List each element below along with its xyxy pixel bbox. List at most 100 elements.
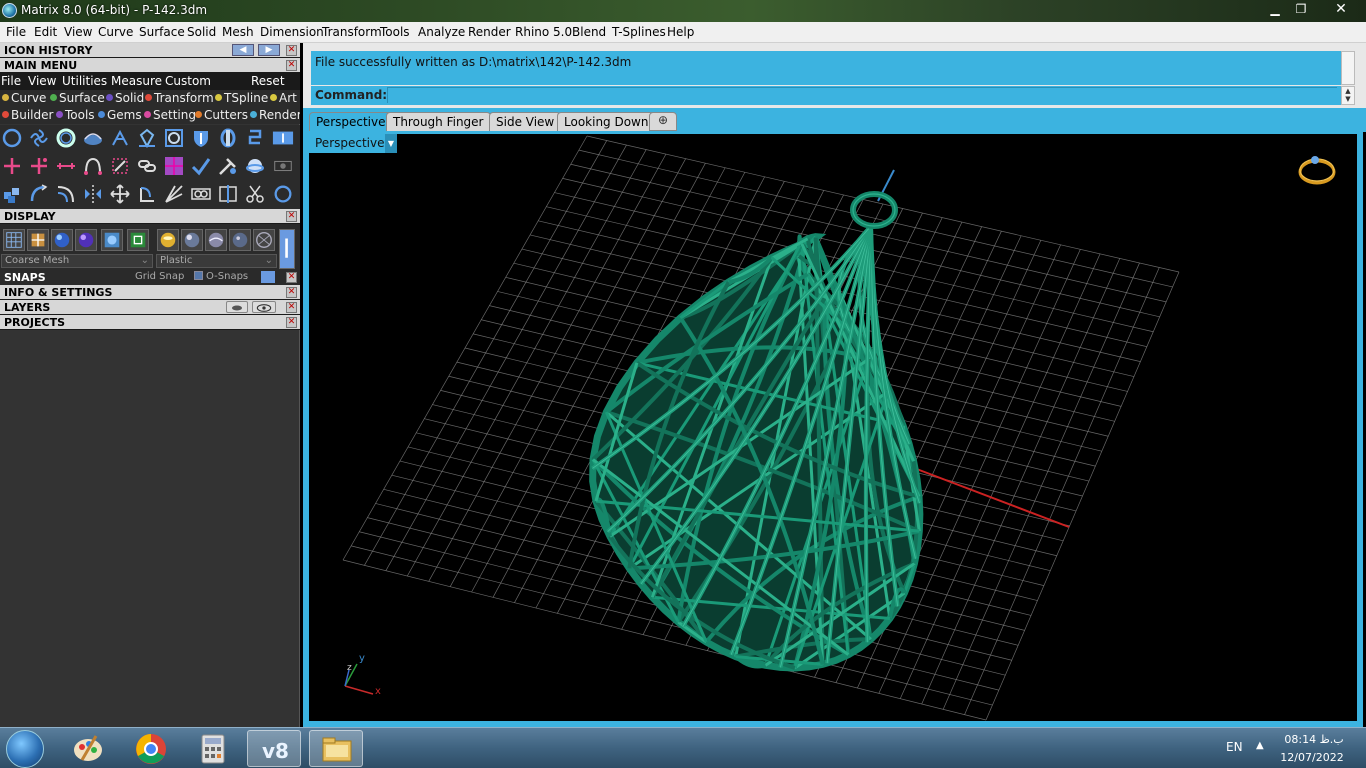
surface-icon[interactable]: [82, 127, 104, 149]
close-icon[interactable]: ✕: [286, 211, 297, 222]
mm-reset[interactable]: Reset: [251, 74, 285, 88]
trim-icon[interactable]: [109, 155, 131, 177]
layers-header[interactable]: LAYERS ✕: [0, 300, 300, 315]
menu-help[interactable]: Help: [667, 25, 694, 39]
menu-analyze[interactable]: Analyze: [418, 25, 465, 39]
clock-date[interactable]: 12/07/2022: [1280, 751, 1344, 764]
tab-side-view[interactable]: Side View: [489, 112, 562, 131]
menu-rhino[interactable]: Rhino 5.0: [515, 25, 572, 39]
menu-dimension[interactable]: Dimension: [260, 25, 324, 39]
menu-solid[interactable]: Solid: [187, 25, 216, 39]
tools-icon[interactable]: [217, 155, 239, 177]
menu-file[interactable]: File: [6, 25, 26, 39]
mm-custom[interactable]: Custom: [165, 74, 211, 88]
restore-button[interactable]: ❐: [1288, 0, 1314, 18]
file-explorer-icon[interactable]: [309, 730, 363, 767]
artistic-icon[interactable]: [127, 229, 149, 251]
mm-file[interactable]: File: [1, 74, 21, 88]
minimize-button[interactable]: ▁: [1262, 0, 1288, 18]
3d-viewport[interactable]: x y z Perspective ▼: [309, 134, 1357, 721]
calculator-app-icon[interactable]: [186, 730, 240, 767]
arc-icon[interactable]: [82, 155, 104, 177]
close-icon[interactable]: ✕: [286, 317, 297, 328]
paint-app-icon[interactable]: [62, 730, 116, 767]
shaded-icon[interactable]: [27, 229, 49, 251]
language-indicator[interactable]: EN: [1226, 740, 1243, 754]
command-input[interactable]: [387, 87, 1337, 103]
cat-surface[interactable]: Surface: [50, 91, 105, 105]
menu-blend[interactable]: Blend: [572, 25, 606, 39]
viewport-dropdown-icon[interactable]: ▼: [385, 134, 397, 153]
mm-utilities[interactable]: Utilities: [62, 74, 107, 88]
info-settings-header[interactable]: INFO & SETTINGS ✕: [0, 285, 300, 300]
cat-transform[interactable]: Transform: [145, 91, 214, 105]
spiral-icon[interactable]: [244, 127, 266, 149]
gold-material-icon[interactable]: [157, 229, 179, 251]
viewport-name-label[interactable]: Perspective: [309, 134, 395, 153]
point-icon[interactable]: [1, 155, 23, 177]
panel-small-icon[interactable]: [272, 155, 296, 177]
ring-orientation-icon[interactable]: [1298, 156, 1336, 185]
flow-icon[interactable]: [55, 183, 77, 205]
panel-toggle-icon[interactable]: [272, 127, 296, 149]
close-icon[interactable]: ✕: [286, 302, 297, 313]
mesh-material-icon[interactable]: [253, 229, 275, 251]
mm-view[interactable]: View: [28, 74, 56, 88]
bezel-icon[interactable]: [163, 127, 185, 149]
ghosted-sphere-icon[interactable]: [75, 229, 97, 251]
cat-cutters[interactable]: Cutters: [195, 108, 248, 122]
chrome-app-icon[interactable]: [124, 730, 178, 767]
matrix-taskbar-icon[interactable]: v8: [247, 730, 301, 767]
move-icon[interactable]: [109, 183, 131, 205]
display-toggle-icon[interactable]: [279, 229, 295, 269]
shield-icon[interactable]: [190, 127, 212, 149]
clock-time[interactable]: 08:14 ب.ظ: [1284, 733, 1344, 746]
cat-gems[interactable]: Gems: [98, 108, 142, 122]
tab-through-finger[interactable]: Through Finger: [386, 112, 491, 131]
window-title-bar[interactable]: Matrix 8.0 (64-bit) - P-142.3dm ▁ ❐ ✕: [0, 0, 1366, 22]
menu-edit[interactable]: Edit: [34, 25, 57, 39]
add-viewport-icon[interactable]: ⊕: [649, 112, 677, 131]
circle-outline-icon[interactable]: [272, 183, 296, 205]
mirror-icon[interactable]: [82, 183, 104, 205]
chain-icon[interactable]: [136, 155, 158, 177]
split-icon[interactable]: [217, 183, 239, 205]
snap-toggle-icon[interactable]: [261, 271, 275, 283]
circle-icon[interactable]: [1, 127, 23, 149]
cat-tools[interactable]: Tools: [56, 108, 95, 122]
scene-canvas[interactable]: x y z: [309, 134, 1357, 721]
menu-transform[interactable]: Transform: [322, 25, 382, 39]
cat-curve[interactable]: Curve: [2, 91, 46, 105]
line-icon[interactable]: [55, 155, 77, 177]
menu-view[interactable]: View: [64, 25, 92, 39]
menu-mesh[interactable]: Mesh: [222, 25, 254, 39]
scissors-icon[interactable]: [244, 183, 266, 205]
history-scrollbar[interactable]: [1341, 51, 1355, 85]
close-icon[interactable]: ✕: [286, 272, 297, 283]
menu-curve[interactable]: Curve: [98, 25, 133, 39]
menu-tsplines[interactable]: T-Splines: [612, 25, 666, 39]
bend-icon[interactable]: [28, 183, 50, 205]
material-select[interactable]: Plastic ⌄: [156, 254, 277, 268]
tray-expand-icon[interactable]: ▲: [1256, 740, 1264, 751]
history-back-icon[interactable]: ◀: [232, 44, 254, 56]
tab-looking-down[interactable]: Looking Down: [557, 112, 656, 131]
main-menu-header[interactable]: MAIN MENU ✕: [0, 58, 300, 73]
flower-curve-icon[interactable]: [28, 127, 50, 149]
silver-material-icon[interactable]: [181, 229, 203, 251]
cat-builder[interactable]: Builder: [2, 108, 53, 122]
platinum-material-icon[interactable]: [229, 229, 251, 251]
eye-icon[interactable]: [252, 301, 276, 313]
cat-tspline[interactable]: TSpline: [215, 91, 268, 105]
tab-perspective[interactable]: Perspective: [309, 112, 393, 131]
command-spinner[interactable]: ▲ ▼: [1341, 86, 1355, 105]
group-icon[interactable]: [190, 183, 212, 205]
cat-setting[interactable]: Setting: [144, 108, 196, 122]
rendered-sphere-icon[interactable]: [51, 229, 73, 251]
grid-snap-toggle[interactable]: Grid Snap: [135, 271, 184, 282]
snaps-header[interactable]: SNAPS Grid Snap O-Snaps ✕: [0, 270, 300, 285]
close-icon[interactable]: ✕: [286, 60, 297, 71]
menu-render[interactable]: Render: [468, 25, 511, 39]
xray-icon[interactable]: [101, 229, 123, 251]
rotate-icon[interactable]: [136, 183, 158, 205]
